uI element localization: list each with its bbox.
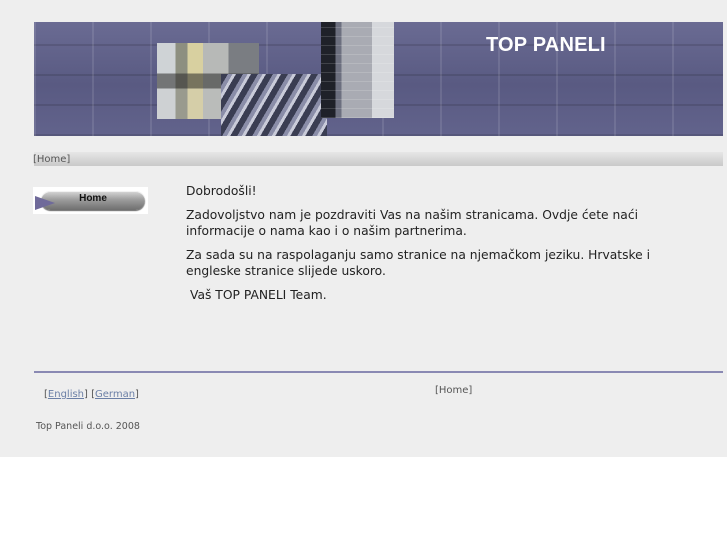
footer-divider [34, 371, 723, 373]
breadcrumb-bar [34, 152, 723, 166]
signature-text: Vaš TOP PANELI Team. [190, 288, 327, 302]
copyright-text: Top Paneli d.o.o. 2008 [36, 421, 140, 432]
page-background: TOP PANELI [Home] Home Dobrodošli! Zadov… [0, 0, 727, 457]
main-content: Dobrodošli! Zadovoljstvo nam je pozdravi… [186, 183, 706, 311]
nav-home-button[interactable]: Home [33, 187, 148, 214]
footer-breadcrumb: [Home] [435, 385, 473, 396]
building-facade-photo [321, 22, 394, 118]
bracket-middle: ] [ [84, 389, 95, 400]
breadcrumb: [Home] [33, 154, 71, 165]
language-notice-paragraph: Za sada su na raspolaganju samo stranice… [186, 248, 651, 278]
brand-title: TOP PANELI [486, 34, 606, 56]
bracket-close: ] [135, 389, 139, 400]
curved-facade-photo [221, 74, 327, 136]
english-link[interactable]: English [48, 389, 84, 400]
header-banner: TOP PANELI [34, 22, 723, 136]
intro-paragraph: Zadovoljstvo nam je pozdraviti Vas na na… [186, 208, 639, 238]
language-links: [English] [German] [44, 389, 139, 400]
greeting-text: Dobrodošli! [186, 184, 257, 198]
nav-home-label: Home [79, 193, 107, 204]
german-link[interactable]: German [95, 389, 135, 400]
